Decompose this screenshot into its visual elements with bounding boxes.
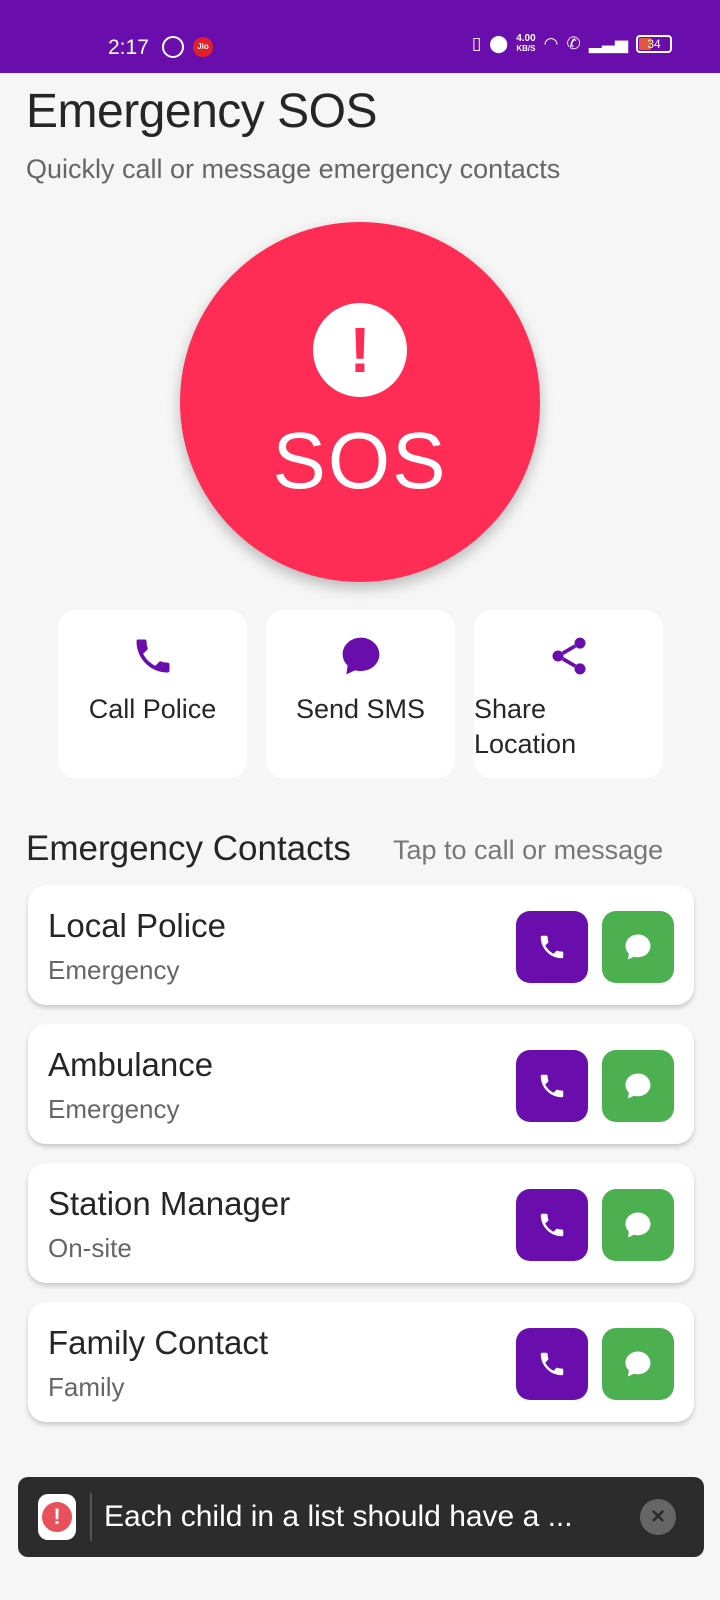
phone-icon xyxy=(129,632,177,680)
message-contact-button[interactable] xyxy=(602,1189,674,1261)
chat-bubble-icon xyxy=(625,1212,651,1238)
contact-type: Emergency xyxy=(48,1094,180,1124)
wifi-icon: ◠ xyxy=(543,34,559,53)
send-sms-button[interactable]: Send SMS xyxy=(266,610,455,778)
network-speed: 4.00 KB/S xyxy=(516,33,536,54)
contact-type: On-site xyxy=(48,1233,132,1263)
phone-icon xyxy=(540,1352,564,1376)
jio-icon: Jio xyxy=(193,37,213,57)
contact-name: Station Manager xyxy=(48,1185,291,1222)
toast-message: Each child in a list should have a ... xyxy=(104,1500,573,1533)
contacts-section-title: Emergency Contacts xyxy=(26,829,351,868)
sos-label: SOS xyxy=(272,416,448,505)
chat-bubble-icon xyxy=(625,1351,651,1377)
chat-bubble-icon xyxy=(337,632,385,680)
contact-name: Ambulance xyxy=(48,1046,214,1083)
location-icon: ⬤ xyxy=(489,34,509,53)
chat-bubble-icon xyxy=(625,934,651,960)
exclamation-icon: ! xyxy=(313,303,407,397)
whatsapp-icon xyxy=(162,36,184,58)
status-icons: ▯ ⬤ 4.00 KB/S ◠ ✆ ▂▃▅ 34 xyxy=(472,34,672,54)
share-location-button[interactable]: Share Location xyxy=(474,610,663,778)
chat-bubble-icon xyxy=(625,1073,651,1099)
vibrate-icon: ▯ xyxy=(471,34,482,53)
battery-icon: 34 xyxy=(636,35,672,53)
error-toast[interactable]: ! Each child in a list should have a ...… xyxy=(18,1477,704,1557)
toast-divider xyxy=(90,1493,92,1541)
action-label: Call Police xyxy=(88,694,217,724)
page-title: Emergency SOS xyxy=(26,85,377,138)
contact-card[interactable]: Local Police Emergency xyxy=(28,885,694,1005)
status-time: 2:17 xyxy=(108,36,149,59)
phone-icon xyxy=(540,1213,564,1237)
contacts-section-hint: Tap to call or message xyxy=(393,835,664,865)
call-contact-button[interactable] xyxy=(516,1328,588,1400)
call-contact-button[interactable] xyxy=(516,1050,588,1122)
error-icon: ! xyxy=(38,1494,76,1540)
contact-type: Emergency xyxy=(48,955,180,985)
call-contact-button[interactable] xyxy=(516,1189,588,1261)
contact-card[interactable]: Station Manager On-site xyxy=(28,1163,694,1283)
call-police-button[interactable]: Call Police xyxy=(58,610,247,778)
sos-button[interactable]: ! SOS xyxy=(180,222,540,582)
share-icon xyxy=(545,632,593,680)
quick-actions: Call Police Send SMS Share Location xyxy=(58,610,663,778)
contact-card[interactable]: Family Contact Family xyxy=(28,1302,694,1422)
contact-type: Family xyxy=(48,1372,125,1402)
wifi-calling-icon: ✆ xyxy=(566,34,581,53)
message-contact-button[interactable] xyxy=(602,911,674,983)
close-icon[interactable]: × xyxy=(640,1499,676,1535)
signal-icon: ▂▃▅ xyxy=(588,34,628,53)
contact-card[interactable]: Ambulance Emergency xyxy=(28,1024,694,1144)
action-label: Share Location xyxy=(474,694,577,759)
message-contact-button[interactable] xyxy=(602,1050,674,1122)
action-label: Send SMS xyxy=(295,694,426,724)
call-contact-button[interactable] xyxy=(516,911,588,983)
status-bar: 2:17 Jio ▯ ⬤ 4.00 KB/S ◠ ✆ ▂▃▅ 34 xyxy=(0,0,720,73)
page-subtitle: Quickly call or message emergency contac… xyxy=(26,154,561,184)
message-contact-button[interactable] xyxy=(602,1328,674,1400)
contact-name: Local Police xyxy=(48,907,226,944)
contact-name: Family Contact xyxy=(48,1324,269,1361)
phone-icon xyxy=(540,1074,564,1098)
phone-icon xyxy=(540,935,564,959)
